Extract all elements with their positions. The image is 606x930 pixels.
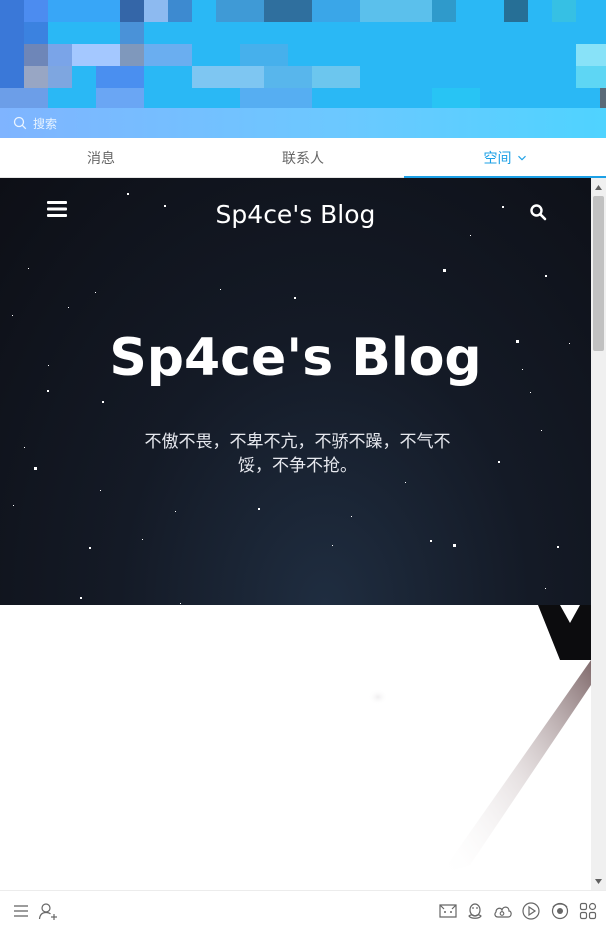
blog-hero-subtitle: 不傲不畏，不卑不亢，不骄不躁，不气不馁，不争不抢。 — [144, 432, 451, 476]
blog-hero: Sp4ce's Blog Sp4ce's Blog 不傲不畏，不卑不亢，不骄不躁… — [0, 178, 591, 605]
add-contact-icon[interactable] — [38, 901, 58, 921]
penguin-icon[interactable] — [465, 901, 485, 921]
scroll-down-arrow-icon[interactable] — [591, 874, 606, 888]
blog-hero-title: Sp4ce's Blog — [109, 328, 482, 388]
blog-nav-title[interactable]: Sp4ce's Blog — [0, 200, 591, 229]
tab-label: 消息 — [87, 150, 115, 167]
tab-qzone[interactable]: 空间 — [404, 138, 606, 178]
tab-label: 空间 — [483, 150, 512, 167]
search-bar[interactable]: 搜索 — [0, 108, 606, 138]
tab-messages[interactable]: 消息 — [0, 138, 202, 177]
main-tabs: 消息 联系人 空间 — [0, 138, 606, 178]
scroll-thumb[interactable] — [593, 196, 604, 351]
game-icon[interactable] — [438, 901, 458, 921]
pixelated-cover-image — [0, 0, 606, 108]
search-placeholder: 搜索 — [33, 116, 58, 131]
starfield-background — [12, 193, 570, 604]
apps-grid-icon[interactable] — [578, 901, 598, 921]
content-scrollbar[interactable] — [591, 178, 606, 890]
bottom-toolbar — [0, 890, 606, 930]
decorative-shadow-graphic — [368, 605, 591, 875]
scroll-up-arrow-icon[interactable] — [591, 180, 606, 194]
search-icon[interactable] — [529, 203, 547, 221]
tab-label: 联系人 — [282, 150, 324, 167]
weiyun-cloud-icon[interactable] — [493, 901, 513, 921]
header-banner — [0, 0, 606, 108]
blog-body — [0, 605, 591, 890]
video-play-icon[interactable] — [521, 901, 541, 921]
tab-contacts[interactable]: 联系人 — [202, 138, 404, 177]
qq-browser-icon[interactable] — [550, 901, 570, 921]
chevron-down-icon — [517, 155, 526, 160]
menu-lines-icon[interactable] — [11, 901, 31, 921]
search-icon — [13, 116, 27, 130]
qzone-content-frame: Sp4ce's Blog Sp4ce's Blog 不傲不畏，不卑不亢，不骄不躁… — [0, 178, 591, 890]
